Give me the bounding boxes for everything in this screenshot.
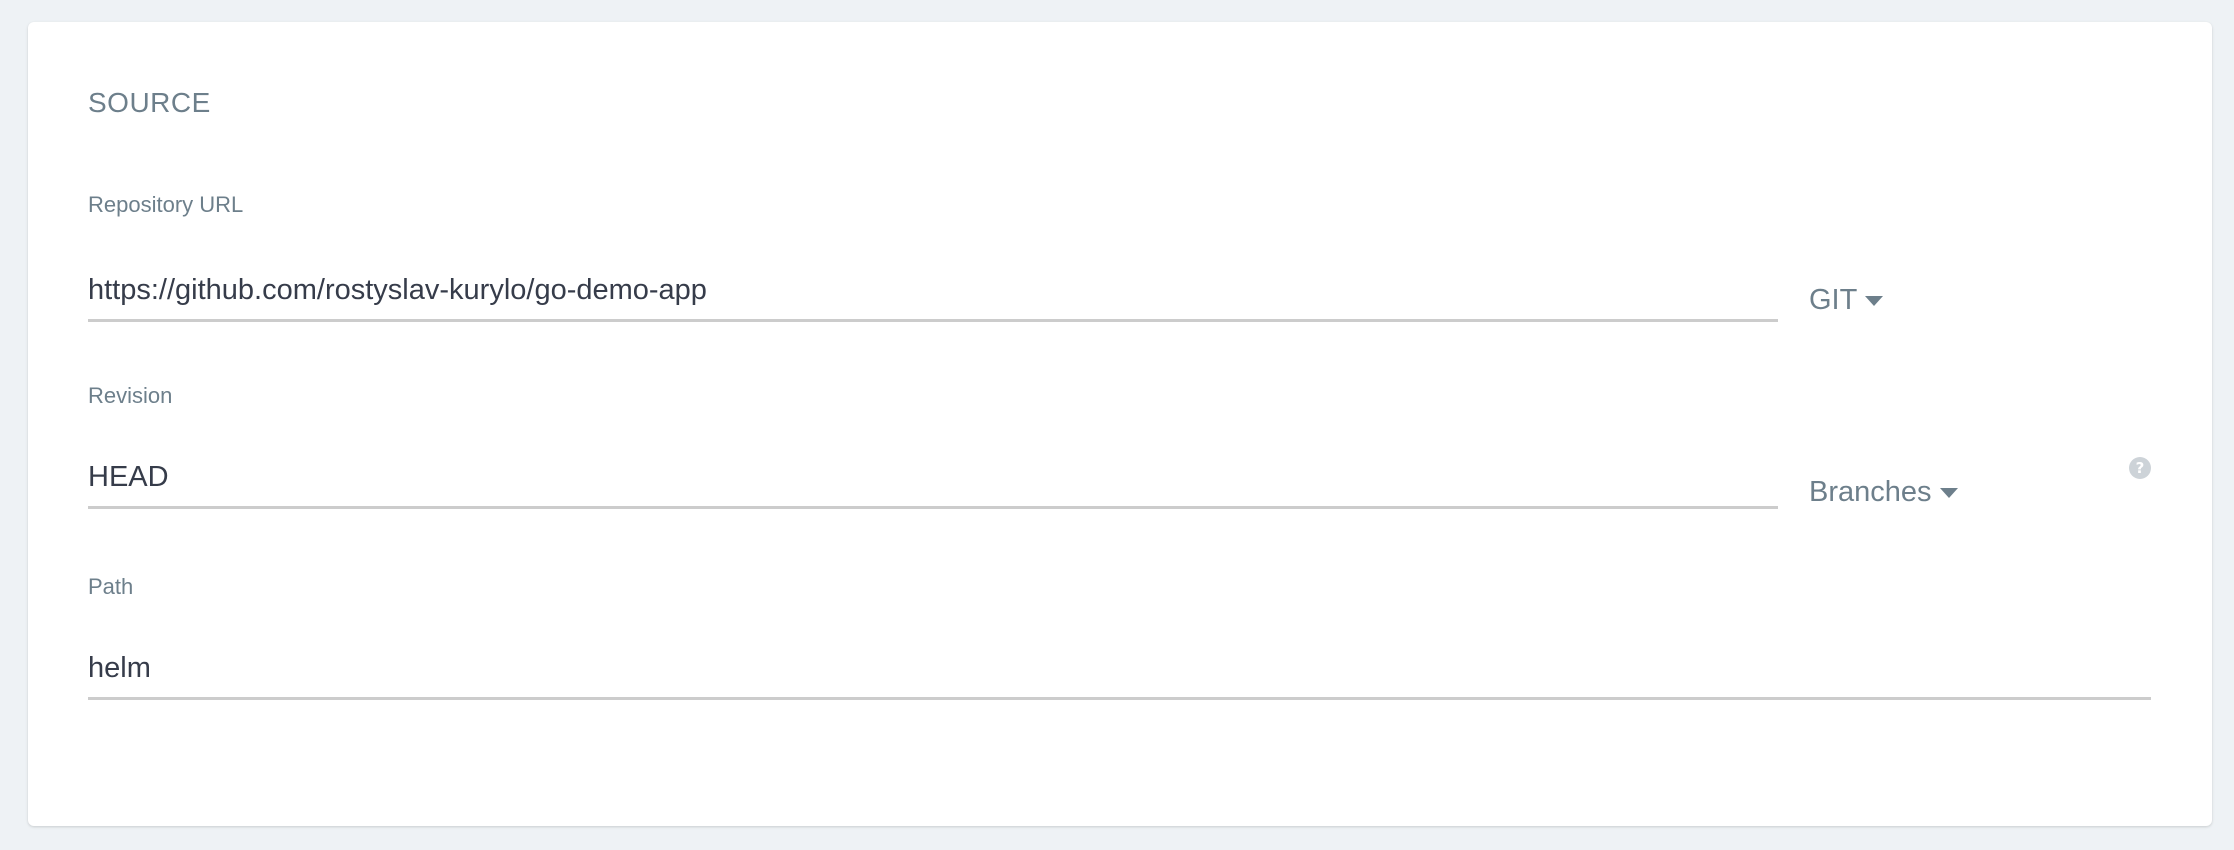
revision-type-label: Branches [1809,476,1932,508]
repository-type-dropdown[interactable]: GIT [1809,284,1884,317]
caret-down-icon [1865,295,1884,306]
revision-label: Revision [88,383,173,408]
section-title: SOURCE [88,87,211,118]
revision-input[interactable] [88,449,1778,509]
repository-url-label: Repository URL [88,192,244,217]
path-label: Path [88,574,134,599]
repository-type-label: GIT [1809,284,1858,316]
repository-url-input[interactable] [88,262,1778,322]
question-circle-icon[interactable]: ? [2129,457,2151,479]
path-input[interactable] [88,640,2151,700]
caret-down-icon [1939,487,1958,498]
revision-type-dropdown[interactable]: Branches [1809,476,1958,509]
source-card: SOURCE Repository URL GIT Revision Branc… [28,22,2212,826]
